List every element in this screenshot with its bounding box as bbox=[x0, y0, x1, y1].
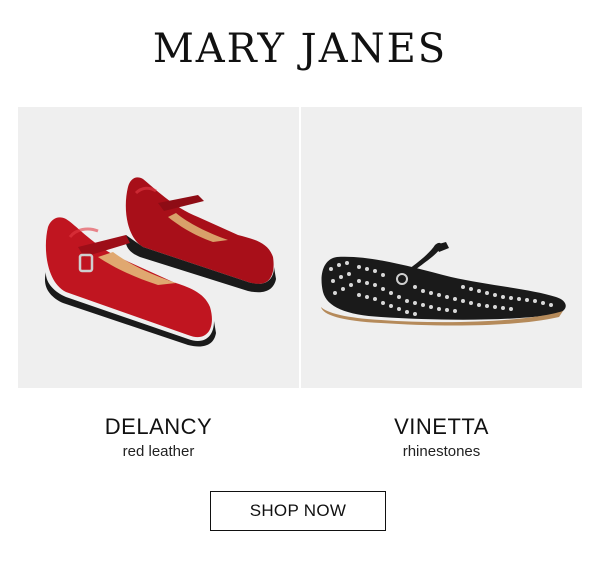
red-mary-jane-shoes-image bbox=[44, 177, 276, 347]
product-name-delancy[interactable]: DELANCY bbox=[18, 414, 299, 440]
product-image-vinetta[interactable] bbox=[301, 107, 582, 388]
black-studded-flat-image bbox=[321, 242, 566, 326]
product-description-delancy: red leather bbox=[122, 443, 195, 460]
shop-now-button[interactable]: SHOP NOW bbox=[210, 491, 386, 531]
page-title: MARY JANES bbox=[152, 26, 448, 72]
product-name-vinetta[interactable]: VINETTA bbox=[301, 414, 582, 440]
product-image-delancy[interactable] bbox=[18, 107, 299, 388]
product-description-vinetta: rhinestones bbox=[402, 443, 481, 460]
